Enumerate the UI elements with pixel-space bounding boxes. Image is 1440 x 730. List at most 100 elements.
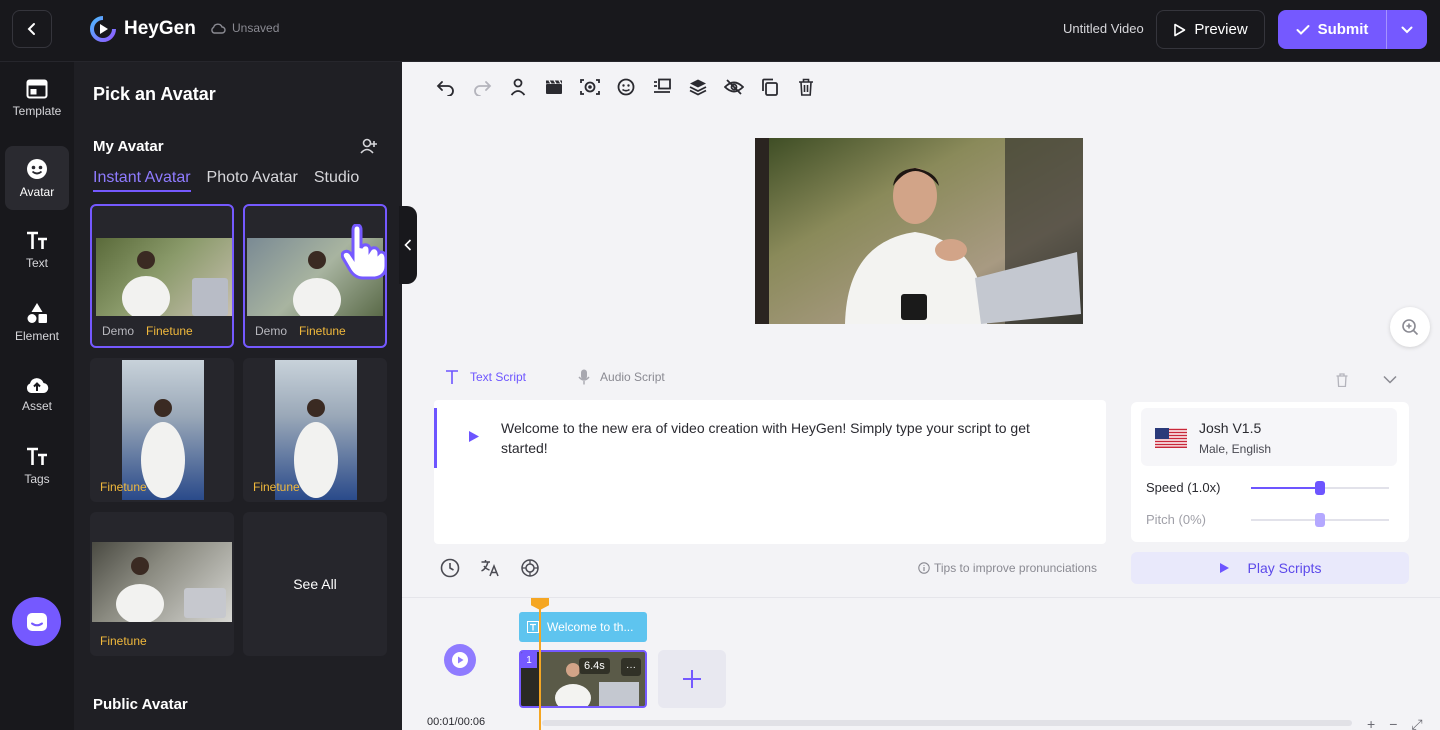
script-editor[interactable]: Welcome to the new era of video creation… — [434, 400, 1106, 544]
play-icon — [452, 652, 468, 668]
avatar-card[interactable]: Finetune — [90, 512, 234, 656]
timeline-play-button[interactable] — [444, 644, 476, 676]
avatar-figure — [141, 399, 185, 498]
timeline-scrollbar[interactable] — [542, 720, 1352, 726]
face-swap-button[interactable] — [608, 75, 644, 99]
heygen-logo-icon — [90, 16, 116, 42]
presentation-icon — [654, 78, 671, 93]
zoom-in-icon — [1402, 319, 1419, 336]
visibility-button[interactable] — [716, 75, 752, 99]
finetune-tag: Finetune — [299, 324, 346, 338]
trash-icon[interactable] — [1336, 373, 1348, 387]
camera-focus-icon — [580, 79, 600, 95]
layers-button[interactable] — [680, 75, 716, 99]
panel-title: Pick an Avatar — [93, 84, 216, 104]
redo-button[interactable] — [464, 75, 500, 99]
tab-instant-avatar[interactable]: Instant Avatar — [93, 169, 191, 192]
video-canvas[interactable] — [755, 138, 1083, 324]
play-scripts-button[interactable]: Play Scripts — [1131, 552, 1409, 584]
rail-item-element[interactable]: Element — [5, 290, 69, 354]
add-scene-button[interactable] — [658, 650, 726, 708]
pitch-slider-handle[interactable] — [1315, 513, 1325, 527]
undo-button[interactable] — [428, 75, 464, 99]
avatar-settings-button[interactable] — [500, 75, 536, 99]
layout-button[interactable] — [644, 75, 680, 99]
fit-icon[interactable]: ⤢ — [1411, 716, 1422, 730]
speed-slider[interactable] — [1251, 481, 1389, 495]
redo-icon — [474, 81, 492, 96]
avatar-thumbnail — [275, 360, 357, 500]
finetune-tag: Finetune — [100, 480, 147, 494]
rail-item-template[interactable]: Template — [5, 66, 69, 130]
logo[interactable]: HeyGen — [90, 16, 196, 42]
tab-text-script[interactable]: Text Script — [470, 370, 526, 384]
play-icon[interactable] — [468, 430, 480, 443]
preview-button[interactable]: Preview — [1156, 10, 1265, 49]
check-icon — [1296, 24, 1310, 35]
cloud-upload-icon — [26, 377, 49, 393]
rail-item-tags[interactable]: Tags — [5, 434, 69, 498]
pitch-label: Pitch (0%) — [1146, 512, 1206, 527]
hand-cursor-icon — [341, 224, 385, 280]
delete-button[interactable] — [788, 75, 824, 99]
tab-photo-avatar[interactable]: Photo Avatar — [207, 169, 298, 192]
translate-icon[interactable] — [480, 558, 500, 578]
text-t-icon — [527, 621, 539, 633]
clip-more-button[interactable]: ··· — [621, 658, 641, 676]
speed-slider-handle[interactable] — [1315, 481, 1325, 495]
avatar-card[interactable]: Demo Finetune — [90, 204, 234, 348]
play-outline-icon — [1174, 23, 1186, 36]
rail-label: Avatar — [19, 184, 55, 199]
canvas-zoom-button[interactable] — [1390, 307, 1430, 347]
voice-settings: Josh V1.5 Male, English Speed (1.0x) Pit… — [1131, 402, 1409, 542]
layers-icon — [689, 79, 707, 96]
tab-studio[interactable]: Studio — [314, 169, 359, 192]
trash-icon — [799, 78, 813, 96]
avatar-figure — [116, 557, 226, 622]
zoom-in-icon[interactable]: + — [1367, 716, 1375, 730]
avatar-card[interactable]: Finetune — [90, 358, 234, 502]
text-icon — [27, 231, 47, 249]
back-button[interactable] — [12, 10, 52, 48]
copy-icon — [762, 78, 778, 96]
add-user-icon[interactable] — [360, 138, 378, 154]
rail-item-text[interactable]: Text — [5, 218, 69, 282]
avatar-thumbnail — [122, 360, 204, 500]
top-bar: HeyGen Unsaved Untitled Video Preview Su… — [0, 0, 1440, 62]
public-avatar-heading: Public Avatar — [93, 696, 188, 713]
avatar-card[interactable]: Demo Finetune — [243, 204, 387, 348]
avatar-card[interactable]: Finetune — [243, 358, 387, 502]
voice-selector[interactable]: Josh V1.5 Male, English — [1141, 408, 1397, 466]
rail-label: Element — [14, 328, 60, 343]
chevron-down-icon[interactable] — [1383, 375, 1397, 384]
script-text[interactable]: Welcome to the new era of video creation… — [501, 418, 1071, 458]
submit-options-button[interactable] — [1387, 10, 1427, 49]
preview-label: Preview — [1194, 21, 1248, 38]
card-tags: Finetune — [100, 480, 147, 494]
see-all-button[interactable]: See All — [243, 512, 387, 656]
playhead-handle[interactable] — [531, 598, 549, 610]
speed-label: Speed (1.0x) — [1146, 480, 1221, 495]
submit-button[interactable]: Submit — [1278, 10, 1387, 49]
pitch-slider[interactable] — [1251, 513, 1389, 527]
rail-item-asset[interactable]: Asset — [5, 362, 69, 426]
collapse-panel-button[interactable] — [399, 206, 417, 284]
tags-icon — [27, 447, 47, 465]
avatar-icon — [27, 158, 47, 179]
play-scripts-label: Play Scripts — [1247, 560, 1322, 576]
pronunciation-tips-link[interactable]: Tips to improve pronunciations — [918, 561, 1097, 575]
clock-icon[interactable] — [440, 558, 460, 578]
video-title[interactable]: Untitled Video — [1063, 21, 1144, 36]
zoom-out-icon[interactable]: − — [1389, 716, 1397, 730]
background-button[interactable] — [536, 75, 572, 99]
support-chat-button[interactable] — [12, 597, 61, 646]
see-all-label: See All — [293, 576, 337, 592]
voice-meta: Male, English — [1199, 442, 1272, 456]
chevron-down-icon — [1401, 26, 1413, 33]
chevron-left-icon — [404, 239, 412, 251]
tab-audio-script[interactable]: Audio Script — [600, 370, 665, 384]
rail-item-avatar[interactable]: Avatar — [5, 146, 69, 210]
capture-button[interactable] — [572, 75, 608, 99]
duplicate-button[interactable] — [752, 75, 788, 99]
ai-assist-icon[interactable] — [520, 558, 540, 578]
